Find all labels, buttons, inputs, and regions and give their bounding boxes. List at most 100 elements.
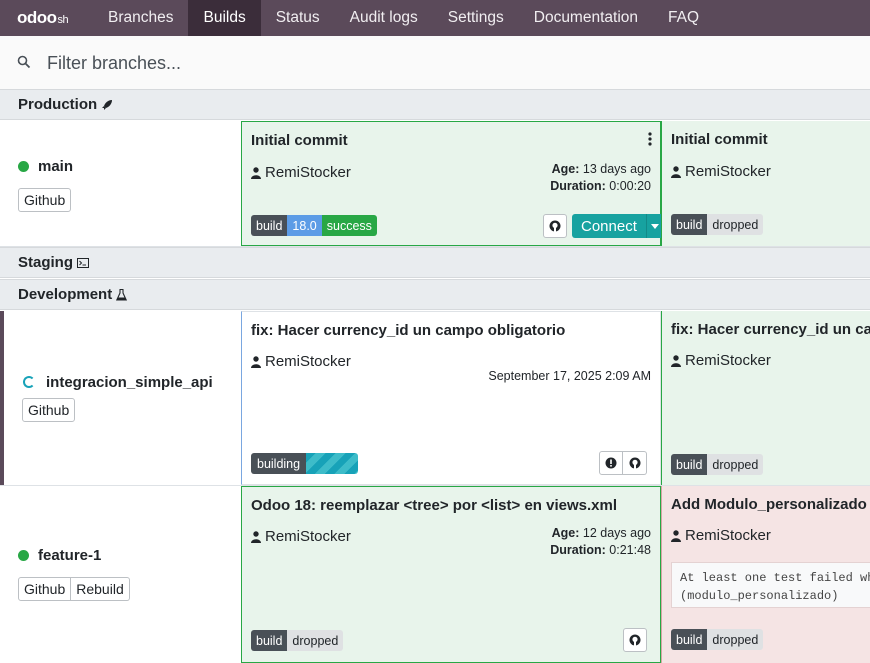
nav-audit-logs[interactable]: Audit logs	[335, 0, 433, 36]
build-status-badges: build dropped	[671, 629, 764, 650]
nav-builds[interactable]: Builds	[188, 0, 261, 36]
nav-status[interactable]: Status	[261, 0, 335, 36]
badge-status: dropped	[707, 454, 764, 475]
github-icon	[629, 634, 641, 646]
stage-development-header: Development	[0, 279, 870, 310]
build-title[interactable]: Odoo 18: reemplazar <tree> por <list> en…	[251, 497, 617, 514]
log-line: At least one test failed whe	[680, 571, 870, 585]
github-button[interactable]: Github	[18, 577, 72, 601]
build-card[interactable]: Initial commit RemiStocker Age: 13 days …	[241, 121, 664, 246]
branch-name[interactable]: feature-1	[38, 547, 101, 564]
build-card[interactable]: Add Modulo_personalizado s RemiStocker A…	[661, 486, 870, 663]
github-link-button[interactable]	[623, 451, 647, 475]
build-card[interactable]: Initial commit RemiStocker build dropped	[661, 121, 870, 246]
author-name: RemiStocker	[265, 528, 351, 545]
connect-button-group: Connect	[572, 214, 664, 238]
stage-production-header: Production	[0, 89, 870, 120]
top-navbar: odoo sh Branches Builds Status Audit logs…	[0, 0, 870, 36]
caret-down-icon	[651, 223, 660, 229]
build-title[interactable]: fix: Hacer currency_id un campo obligato…	[251, 322, 565, 339]
building-spinner-icon	[23, 376, 35, 388]
status-dot-green	[18, 161, 29, 172]
author-name: RemiStocker	[265, 164, 351, 181]
badge-build-type: build	[671, 629, 708, 650]
badge-status: dropped	[707, 629, 764, 650]
build-date: September 17, 2025 2:09 AM	[488, 369, 651, 383]
build-title[interactable]: Add Modulo_personalizado s	[671, 496, 870, 513]
stage-development-label: Development	[18, 286, 113, 303]
build-card[interactable]: fix: Hacer currency_id un campo obligato…	[241, 311, 661, 485]
branch-cell: main Github	[0, 121, 241, 246]
build-author: RemiStocker	[671, 352, 771, 369]
github-button[interactable]: Github	[22, 398, 76, 422]
info-button[interactable]	[599, 451, 623, 475]
branch-name[interactable]: integracion_simple_api	[46, 374, 213, 391]
build-author: RemiStocker	[251, 353, 351, 370]
build-status-badges: build dropped	[671, 454, 764, 475]
status-dot-green	[18, 550, 29, 561]
more-options-icon[interactable]	[648, 132, 652, 146]
connect-button[interactable]: Connect	[572, 214, 646, 238]
build-title[interactable]: Initial commit	[251, 132, 348, 149]
branch-row-integracion-simple-api: integracion_simple_api Github fix: Hacer…	[0, 311, 870, 486]
author-name: RemiStocker	[685, 163, 771, 180]
age-label: Age:	[551, 526, 580, 540]
author-name: RemiStocker	[685, 352, 771, 369]
build-title[interactable]: fix: Hacer currency_id un cam	[671, 321, 870, 338]
odoo-sh-logo[interactable]: odoo sh	[0, 0, 93, 36]
badge-status: success	[321, 215, 377, 236]
rebuild-button[interactable]: Rebuild	[71, 577, 130, 601]
branch-cell: integracion_simple_api Github	[0, 311, 241, 485]
age-value: 12 days ago	[582, 526, 651, 540]
build-card[interactable]: Odoo 18: reemplazar <tree> por <list> en…	[241, 486, 661, 663]
stage-production-label: Production	[18, 96, 98, 113]
flask-icon	[116, 288, 128, 301]
badge-build-type: build	[671, 214, 708, 235]
age-label: Age:	[551, 162, 580, 176]
user-icon	[251, 166, 261, 179]
github-button[interactable]: Github	[18, 188, 72, 212]
exclamation-circle-icon	[605, 457, 617, 469]
build-title[interactable]: Initial commit	[671, 131, 768, 148]
author-name: RemiStocker	[685, 527, 771, 544]
stage-staging-header: Staging	[0, 247, 870, 278]
nav-settings[interactable]: Settings	[433, 0, 519, 36]
branch-actions: Github Rebuild	[18, 577, 130, 601]
user-icon	[251, 355, 261, 368]
duration-label: Duration:	[550, 179, 606, 193]
filter-branches-input[interactable]	[47, 51, 747, 75]
badge-build-type: build	[671, 454, 708, 475]
branch-cell: feature-1 Github Rebuild	[0, 486, 241, 663]
logo-suffix: sh	[57, 13, 69, 26]
user-icon	[671, 529, 681, 542]
badge-status: dropped	[707, 214, 764, 235]
badge-build-type: build	[251, 630, 288, 651]
nav-documentation[interactable]: Documentation	[519, 0, 653, 36]
branch-actions: Github	[22, 398, 76, 422]
logo-text: odoo	[17, 8, 57, 27]
build-action-icons	[599, 451, 647, 475]
terminal-icon	[77, 257, 89, 268]
nav-faq[interactable]: FAQ	[653, 0, 714, 36]
search-icon	[17, 55, 31, 69]
age-value: 13 days ago	[582, 162, 651, 176]
build-author: RemiStocker	[251, 528, 351, 545]
branch-actions: Github	[18, 188, 72, 212]
github-link-button[interactable]	[623, 628, 647, 652]
github-link-button[interactable]	[543, 214, 567, 238]
build-status-badges: building	[251, 453, 359, 474]
user-icon	[671, 165, 681, 178]
build-progress-stripes	[306, 453, 359, 474]
branch-name[interactable]: main	[38, 158, 73, 175]
duration-value: 0:21:48	[609, 543, 651, 557]
branch-row-main: main Github Initial commit RemiStocker A…	[0, 121, 870, 247]
author-name: RemiStocker	[265, 353, 351, 370]
nav-branches[interactable]: Branches	[93, 0, 188, 36]
build-status-badges: build dropped	[251, 630, 344, 651]
rocket-icon	[102, 99, 113, 110]
user-icon	[251, 530, 261, 543]
build-card[interactable]: fix: Hacer currency_id un cam RemiStocke…	[661, 311, 870, 485]
build-status-badges: build dropped	[671, 214, 764, 235]
user-icon	[671, 354, 681, 367]
duration-value: 0:00:20	[609, 179, 651, 193]
